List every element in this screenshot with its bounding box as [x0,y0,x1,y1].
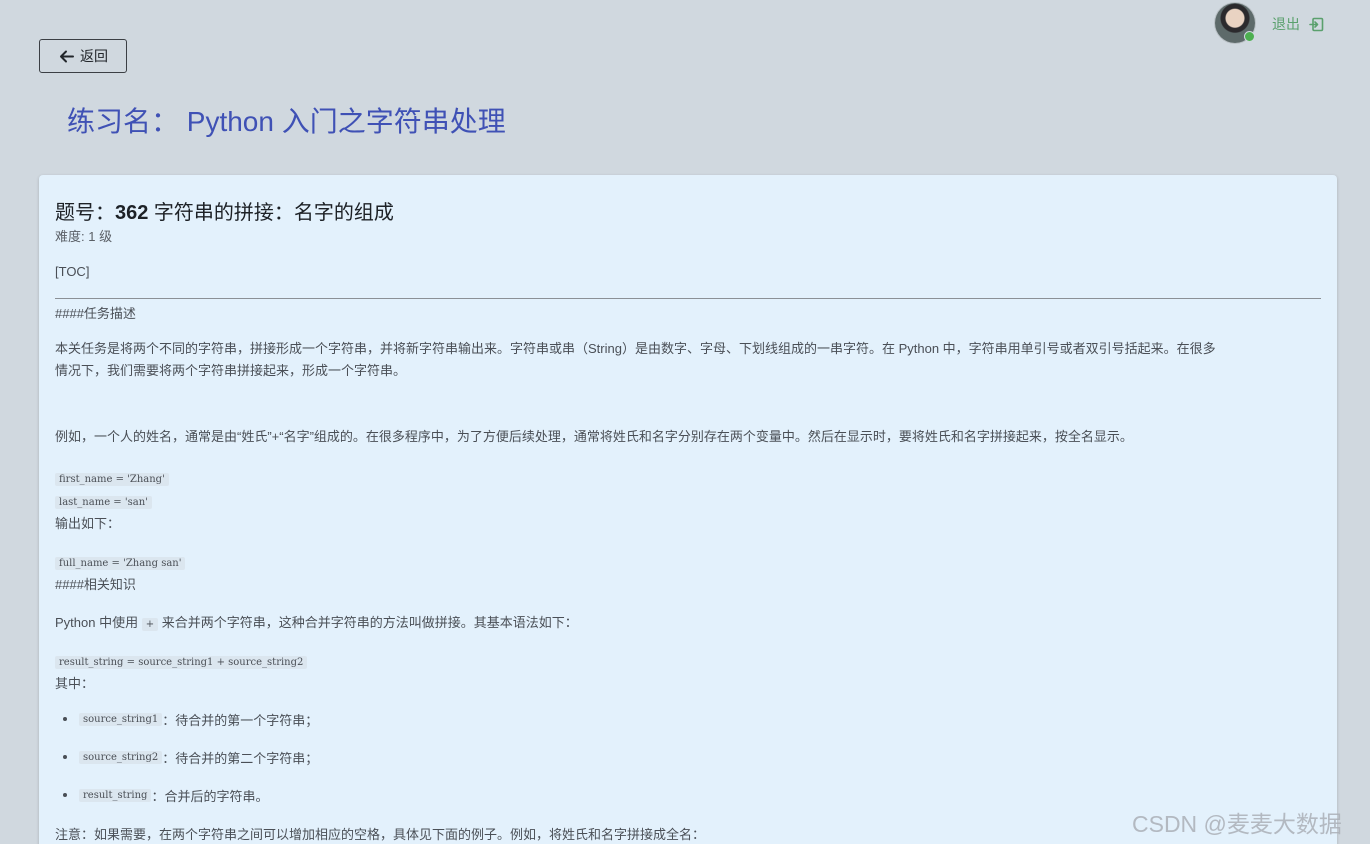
logout-label: 退出 [1272,16,1300,32]
toc-marker: [TOC] [55,264,90,279]
task-paragraph: 本关任务是将两个不同的字符串，拼接形成一个字符串，并将新字符串输出来。字符串或串… [55,338,1323,382]
task-paragraph-line1: 本关任务是将两个不同的字符串，拼接形成一个字符串，并将新字符串输出来。字符串或串… [55,341,1216,356]
bullet [63,717,67,721]
divider [55,298,1321,299]
code-snippet: full_name = 'Zhang san' [55,557,186,570]
syntax-paragraph: Python 中使用 + 来合并两个字符串，这种合并字符串的方法叫做拼接。其基本… [55,612,578,631]
question-title: 题号：362 字符串的拼接：名字的组成 [55,196,394,225]
question-title-prefix: 题号： [55,202,115,224]
task-heading: ####任务描述 [55,306,136,321]
code-full-name: full_name = 'Zhang san' [55,553,186,571]
list-item-code: source_string1 [79,713,163,726]
question-number: 362 [115,202,149,224]
knowledge-heading: ####相关知识 [55,577,136,592]
list-item-text: ：合并后的字符串。 [151,789,269,804]
syntax-text-after: 来合并两个字符串，这种合并字符串的方法叫做拼接。其基本语法如下： [158,615,578,630]
where-label: 其中： [55,676,95,691]
user-avatar[interactable] [1215,3,1255,43]
watermark: CSDN @麦麦大数据 [1132,811,1342,837]
task-paragraph-line2: 情况下，我们需要将两个字符串拼接起来，形成一个字符串。 [55,363,407,378]
question-card: 题号：362 字符串的拼接：名字的组成 难度: 1 级 [TOC] ####任务… [39,175,1337,844]
note-paragraph: 注意：如果需要，在两个字符串之间可以增加相应的空格，具体见下面的例子。例如，将姓… [55,827,706,842]
code-syntax: result_string = source_string1 + source_… [55,652,308,670]
code-last-name: last_name = 'san' [55,492,152,510]
code-snippet: last_name = 'san' [55,496,152,509]
online-status-dot [1244,31,1255,42]
exercise-title: 练习名： Python 入门之字符串处理 [67,106,506,137]
arrow-left-icon [58,48,75,65]
list-item-code: result_string [79,789,152,802]
page: 退出 返回 练习名： Python 入门之字符串处理 题号：362 字符串的拼接… [0,0,1370,844]
logout-button[interactable]: 退出 [1272,14,1324,34]
back-label: 返回 [80,48,108,64]
list-item: source_string1 ：待合并的第一个字符串； [79,710,318,729]
example-paragraph: 例如，一个人的姓名，通常是由“姓氏”+“名字”组成的。在很多程序中，为了方便后续… [55,429,1133,444]
plus-operator-code: + [141,618,159,631]
syntax-text-before: Python 中使用 [55,615,142,630]
code-first-name: first_name = 'Zhang' [55,469,169,487]
back-button[interactable]: 返回 [39,39,127,73]
bullet [63,793,67,797]
bullet [63,755,67,759]
list-item-code: source_string2 [79,751,163,764]
code-snippet: first_name = 'Zhang' [55,473,169,486]
list-item-text: ：待合并的第一个字符串； [162,713,319,728]
list-item-text: ：待合并的第二个字符串； [162,751,319,766]
code-snippet: result_string = source_string1 + source_… [55,656,308,669]
difficulty-label: 难度: 1 级 [55,229,113,244]
list-item: result_string ：合并后的字符串。 [79,786,268,805]
output-label: 输出如下： [55,516,121,531]
logout-icon [1309,17,1324,32]
question-title-text: 字符串的拼接：名字的组成 [148,202,394,224]
list-item: source_string2 ：待合并的第二个字符串； [79,748,318,767]
